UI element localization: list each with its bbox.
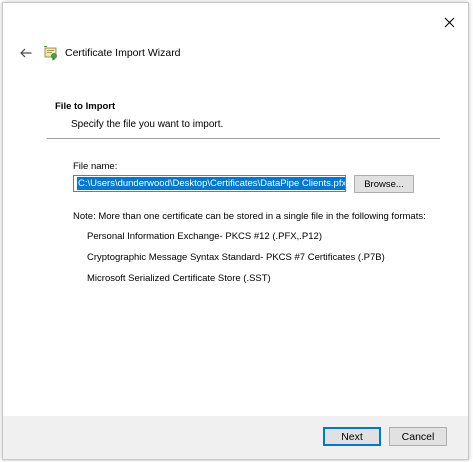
format-item-pfx: Personal Information Exchange- PKCS #12 …	[87, 231, 322, 242]
browse-button[interactable]: Browse...	[354, 175, 414, 193]
close-button[interactable]	[440, 13, 458, 31]
back-button[interactable]	[17, 44, 35, 62]
format-item-p7b: Cryptographic Message Syntax Standard- P…	[87, 252, 385, 263]
certificate-icon	[44, 46, 57, 61]
footer-bar: Next Cancel	[3, 416, 468, 459]
formats-note: Note: More than one certificate can be s…	[73, 211, 426, 222]
file-name-value: C:\Users\dunderwood\Desktop\Certificates…	[77, 177, 346, 190]
file-name-input[interactable]: C:\Users\dunderwood\Desktop\Certificates…	[73, 175, 346, 192]
next-button[interactable]: Next	[323, 427, 381, 446]
section-subtitle: Specify the file you want to import.	[71, 119, 224, 130]
file-name-label: File name:	[73, 161, 118, 172]
back-arrow-icon	[20, 48, 32, 58]
divider	[47, 138, 440, 139]
cancel-button[interactable]: Cancel	[389, 427, 447, 446]
wizard-title: Certificate Import Wizard	[65, 47, 181, 59]
close-icon	[444, 17, 454, 27]
format-item-sst: Microsoft Serialized Certificate Store (…	[87, 273, 271, 284]
section-title: File to Import	[55, 101, 116, 112]
certificate-import-wizard-window: Certificate Import Wizard File to Import…	[2, 2, 469, 460]
